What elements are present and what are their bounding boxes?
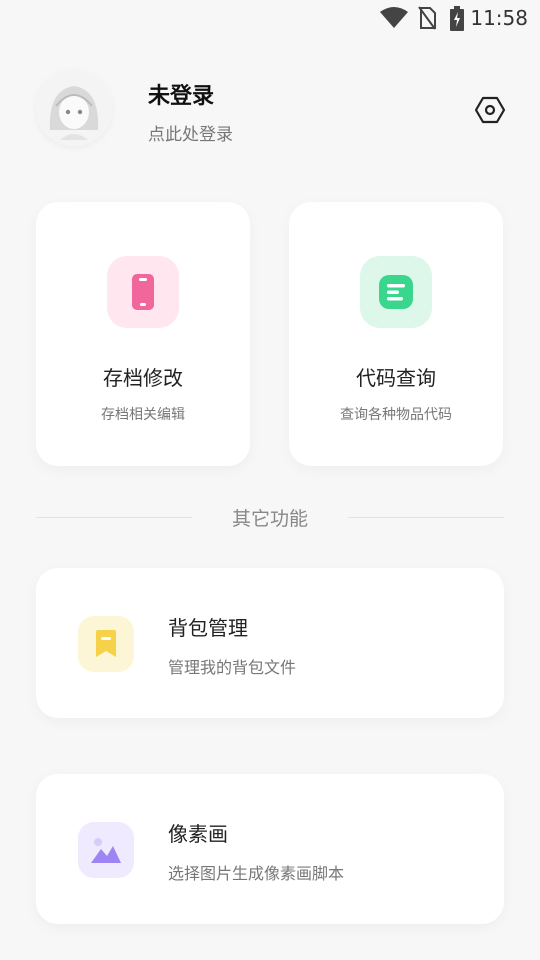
status-time: 11:58 [470, 6, 528, 30]
wifi-icon [380, 7, 408, 33]
username[interactable]: 未登录 [148, 78, 214, 110]
profile-header[interactable]: 未登录 点此处登录 [0, 60, 540, 160]
bookmark-icon [78, 616, 134, 672]
no-sim-icon [418, 6, 436, 34]
login-hint[interactable]: 点此处登录 [148, 120, 233, 145]
code-query-card[interactable]: 代码查询 查询各种物品代码 [289, 202, 503, 466]
card-title: 存档修改 [103, 366, 183, 390]
save-edit-card[interactable]: 存档修改 存档相关编辑 [36, 202, 250, 466]
settings-hex-icon[interactable] [474, 94, 506, 126]
section-divider: 其它功能 [36, 504, 504, 532]
avatar[interactable] [36, 70, 112, 146]
pixel-art-card[interactable]: 像素画 选择图片生成像素画脚本 [36, 774, 504, 924]
list-subtitle: 选择图片生成像素画脚本 [168, 864, 345, 883]
image-icon [78, 822, 134, 878]
list-title: 像素画 [168, 822, 228, 846]
phone-icon [107, 256, 179, 328]
list-icon [360, 256, 432, 328]
status-bar: 11:58 [0, 0, 540, 36]
list-subtitle: 管理我的背包文件 [168, 658, 297, 677]
card-subtitle: 存档相关编辑 [101, 407, 185, 423]
backpack-manage-card[interactable]: 背包管理 管理我的背包文件 [36, 568, 504, 718]
card-subtitle: 查询各种物品代码 [340, 407, 452, 423]
divider-line [348, 517, 504, 518]
card-title: 代码查询 [356, 366, 436, 390]
list-title: 背包管理 [168, 616, 248, 640]
battery-charging-icon [449, 6, 465, 36]
